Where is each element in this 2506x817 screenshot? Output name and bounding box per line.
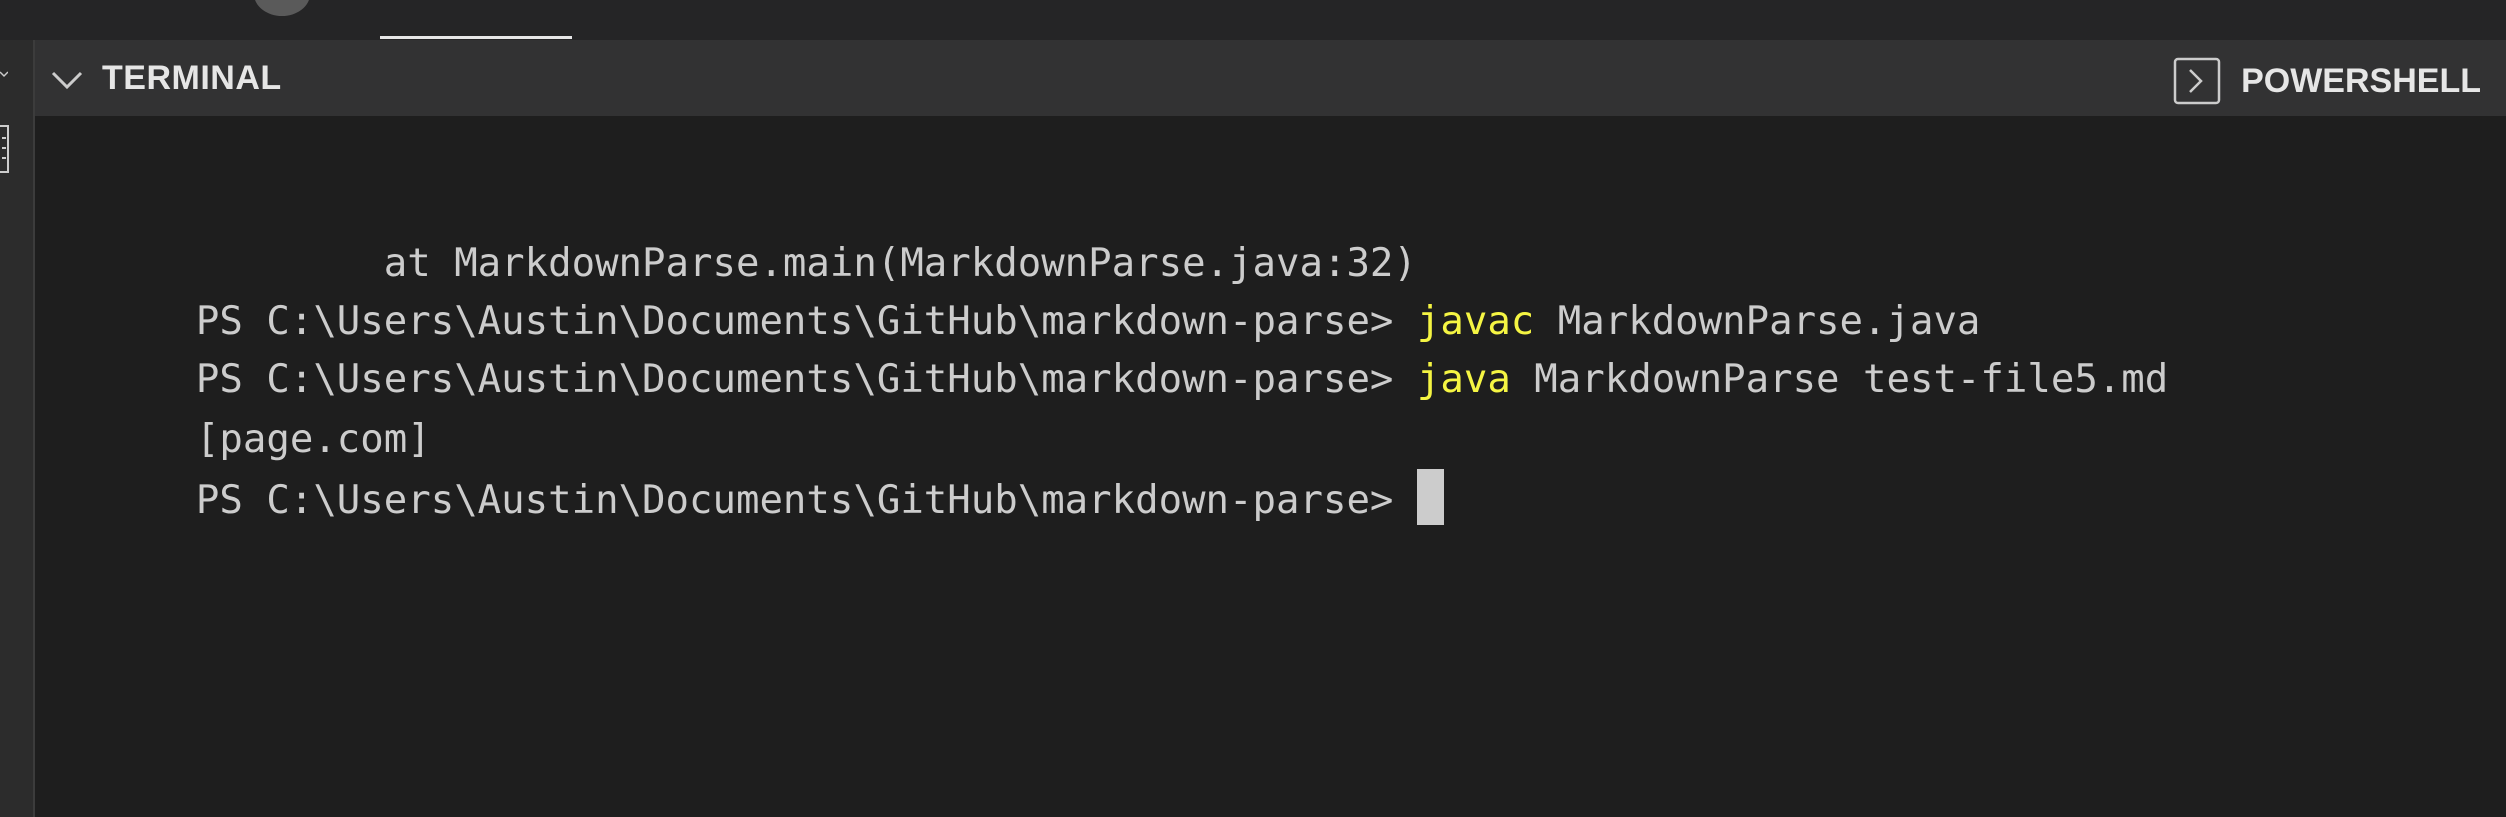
chevron-down-icon[interactable] xyxy=(0,70,8,78)
window-control[interactable] xyxy=(254,0,310,16)
chevron-down-icon[interactable] xyxy=(49,62,85,98)
terminal-output[interactable]: at MarkdownParse.main(MarkdownParse.java… xyxy=(35,116,2506,817)
terminal-line: PS C:\Users\Austin\Documents\GitHub\mark… xyxy=(102,235,1981,344)
terminal-line: [page.com] xyxy=(102,353,431,462)
activity-bar xyxy=(0,40,35,817)
terminal-line: at MarkdownParse.main(MarkdownParse.java… xyxy=(102,177,1417,286)
command-args: MarkdownParse test-file5.md xyxy=(1510,357,2169,402)
panel-title[interactable]: TERMINAL xyxy=(102,59,282,98)
terminal-panel-header: TERMINAL POWERSHELL xyxy=(35,40,2506,116)
terminal-line: PS C:\Users\Austin\Documents\GitHub\mark… xyxy=(102,293,2168,402)
active-tab-indicator xyxy=(380,36,572,39)
shell-selector[interactable]: POWERSHELL xyxy=(2173,57,2481,105)
prompt-text: PS C:\Users\Austin\Documents\GitHub\mark… xyxy=(195,478,1417,523)
terminal-cursor[interactable] xyxy=(1416,469,1444,525)
terminal-icon xyxy=(2173,57,2221,105)
command-text: java xyxy=(1416,357,1511,402)
terminal-line: PS C:\Users\Austin\Documents\GitHub\mark… xyxy=(102,411,1444,525)
document-icon[interactable] xyxy=(0,124,10,176)
editor-tab-bar xyxy=(0,0,2506,40)
shell-label: POWERSHELL xyxy=(2241,61,2481,100)
